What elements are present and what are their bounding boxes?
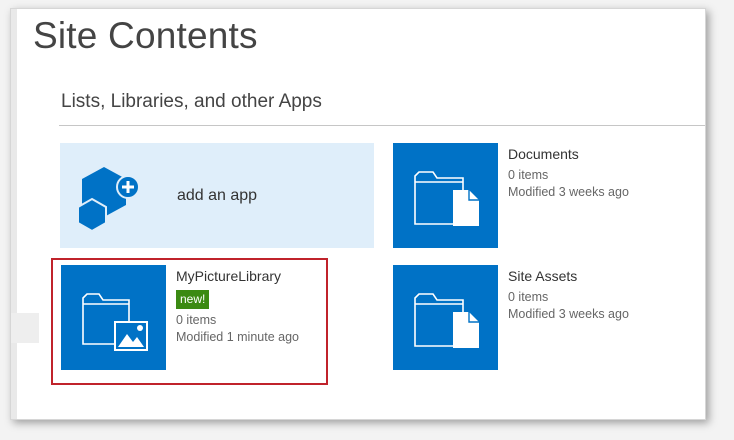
- documents-item-count: 0 items: [508, 168, 549, 182]
- highlight-annotation-box: [51, 258, 328, 385]
- documents-thumbnail[interactable]: [393, 143, 498, 248]
- documents-modified: Modified 3 weeks ago: [508, 185, 629, 199]
- add-an-app-tile[interactable]: add an app: [60, 143, 374, 248]
- site-assets-modified: Modified 3 weeks ago: [508, 307, 629, 321]
- app-name-documents[interactable]: Documents: [508, 146, 579, 162]
- page-title: Site Contents: [33, 15, 258, 56]
- document-library-icon: [414, 171, 479, 226]
- app-name-site-assets[interactable]: Site Assets: [508, 268, 577, 284]
- app-tile-documents[interactable]: Documents 0 items Modified 3 weeks ago: [393, 143, 703, 249]
- document-library-icon: [414, 293, 479, 348]
- left-nav-edge: [11, 9, 17, 419]
- add-an-app-label: add an app: [177, 187, 258, 204]
- site-contents-window: Site Contents Lists, Libraries, and othe…: [10, 8, 706, 420]
- left-nav-fragment: [11, 313, 39, 343]
- section-title: Lists, Libraries, and other Apps: [61, 91, 322, 112]
- site-assets-thumbnail[interactable]: [393, 265, 498, 370]
- site-assets-item-count: 0 items: [508, 290, 549, 304]
- section-divider: [59, 125, 705, 126]
- add-app-hexagon-icon: [78, 167, 140, 233]
- app-tile-site-assets[interactable]: Site Assets 0 items Modified 3 weeks ago: [393, 265, 703, 371]
